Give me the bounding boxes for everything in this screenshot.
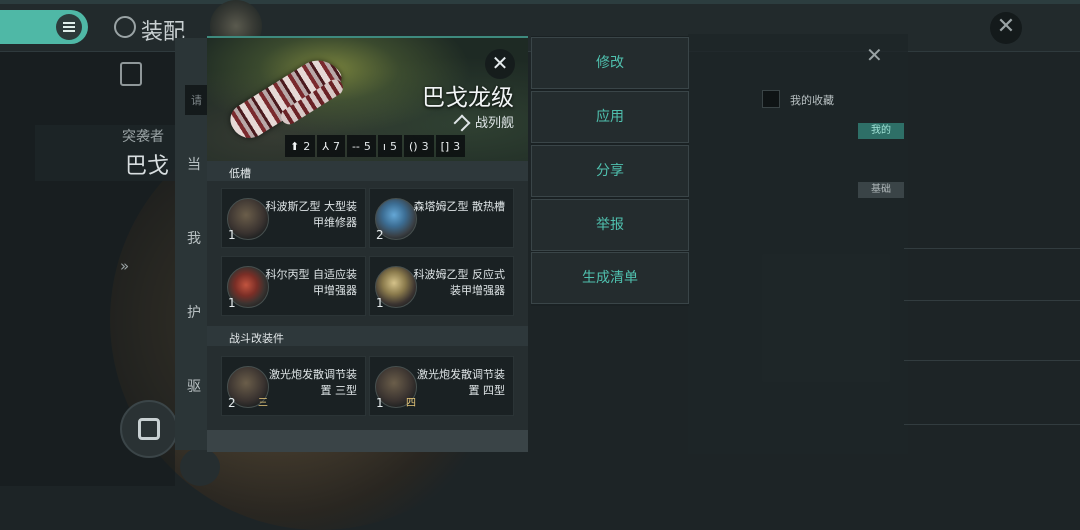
module-card[interactable]: 1 科尔丙型 自适应装甲增强器 <box>221 256 366 316</box>
action-menu: 修改 应用 分享 举报 生成清单 <box>531 36 689 306</box>
generate-list-button[interactable]: 生成清单 <box>531 252 689 304</box>
favorites-checkbox[interactable] <box>762 90 780 108</box>
popup-footer <box>207 430 528 452</box>
side-label-mine[interactable]: 我 <box>187 228 201 248</box>
low-slot-icon: () <box>408 139 418 153</box>
battleship-class-icon <box>453 114 471 132</box>
rig-slot-icon: [] <box>440 139 450 153</box>
module-count: 1 <box>228 296 236 310</box>
stat-value: 2 <box>303 139 311 153</box>
expand-chevron-icon[interactable]: » <box>120 257 129 275</box>
module-card[interactable]: 2 森塔姆乙型 散热槽 <box>369 188 514 248</box>
ship-class-label: 战列舰 <box>474 116 514 131</box>
stat-value: 7 <box>332 139 340 153</box>
module-card[interactable]: 1 科波斯乙型 大型装甲维修器 <box>221 188 366 248</box>
module-count: 2 <box>228 396 236 410</box>
target-control-button[interactable] <box>120 400 178 458</box>
mid-slot-icon: ı <box>382 139 386 153</box>
stat-high-slot: -- 5 <box>346 135 376 157</box>
section-title-low-slots: 低槽 <box>229 167 251 180</box>
menu-button[interactable] <box>0 10 88 44</box>
ship-banner-type: 突袭者 <box>122 129 164 145</box>
launcher-icon: ⅄ <box>322 139 329 153</box>
square-icon <box>138 418 160 440</box>
stat-value: 3 <box>421 139 429 153</box>
stat-launcher: ⅄ 7 <box>317 135 345 157</box>
menu-icon <box>56 14 82 40</box>
module-card[interactable]: 2 三 激光炮发散调节装置 三型 <box>221 356 366 416</box>
edit-button[interactable]: 修改 <box>531 37 689 89</box>
module-name: 科波斯乙型 大型装甲维修器 <box>265 200 358 229</box>
share-button[interactable]: 分享 <box>531 145 689 197</box>
stat-value: 5 <box>389 139 397 153</box>
report-button[interactable]: 举报 <box>531 199 689 251</box>
ship-class: 战列舰 <box>453 112 514 132</box>
fitting-detail-popup: ✕ 巴戈龙级 战列舰 ⬆ 2 ⅄ 7 -- 5 ı5 () 3 [] 3 低槽 1 科波斯… <box>207 36 528 452</box>
stat-mid-slot: ı5 <box>377 135 402 157</box>
module-count: 1 <box>376 296 384 310</box>
ship-banner-name: 巴戈 <box>125 154 170 179</box>
secondary-control-button[interactable] <box>180 448 220 486</box>
hardpoint-icon: ⬆ <box>290 139 300 153</box>
module-card[interactable]: 1 科波姆乙型 反应式装甲增强器 <box>369 256 514 316</box>
fitting-list-edge: 请 当 我 护 驱 <box>175 38 215 450</box>
favorites-label: 我的收藏 <box>790 94 834 107</box>
module-count: 2 <box>376 228 384 242</box>
module-name: 科波姆乙型 反应式装甲增强器 <box>413 268 506 297</box>
divider <box>904 360 1080 361</box>
apply-button[interactable]: 应用 <box>531 91 689 143</box>
module-name: 森塔姆乙型 散热槽 <box>413 200 506 213</box>
stat-hardpoint: ⬆ 2 <box>285 135 316 157</box>
slot-stats: ⬆ 2 ⅄ 7 -- 5 ı5 () 3 [] 3 <box>285 135 466 157</box>
fitting-icon <box>114 16 136 38</box>
tag-mine[interactable]: 我的 <box>858 123 904 139</box>
stat-low-slot: () 3 <box>403 135 434 157</box>
ship-name: 巴戈龙级 <box>422 85 514 111</box>
close-icon[interactable]: ✕ <box>485 49 515 79</box>
module-card[interactable]: 1 四 激光炮发散调节装置 四型 <box>369 356 514 416</box>
divider <box>904 300 1080 301</box>
tag-basic[interactable]: 基础 <box>858 182 904 198</box>
filter-close-icon[interactable]: ✕ <box>866 43 883 67</box>
divider <box>904 248 1080 249</box>
notepad-icon[interactable] <box>120 62 142 86</box>
module-name: 科尔丙型 自适应装甲增强器 <box>265 268 358 297</box>
stat-value: 5 <box>363 139 371 153</box>
ship-hero-banner: ✕ 巴戈龙级 战列舰 ⬆ 2 ⅄ 7 -- 5 ı5 () 3 [] 3 <box>207 38 528 161</box>
section-title-rigs: 战斗改装件 <box>229 332 284 345</box>
module-name: 激光炮发散调节装置 四型 <box>417 368 505 397</box>
stat-rig-slot: [] 3 <box>435 135 466 157</box>
stat-value: 3 <box>453 139 461 153</box>
section-header-bar <box>207 161 528 181</box>
close-icon[interactable]: ✕ <box>990 12 1022 44</box>
module-name: 激光炮发散调节装置 三型 <box>269 368 357 397</box>
divider <box>904 424 1080 425</box>
search-placeholder: 请 <box>191 94 202 107</box>
side-label-current[interactable]: 当 <box>187 154 201 174</box>
side-label-escort[interactable]: 护 <box>187 302 201 322</box>
high-slot-icon: -- <box>351 139 360 153</box>
module-count: 1 <box>376 396 384 410</box>
side-label-destroyer[interactable]: 驱 <box>187 376 201 396</box>
top-accent-line <box>0 0 1080 4</box>
module-count: 1 <box>228 228 236 242</box>
